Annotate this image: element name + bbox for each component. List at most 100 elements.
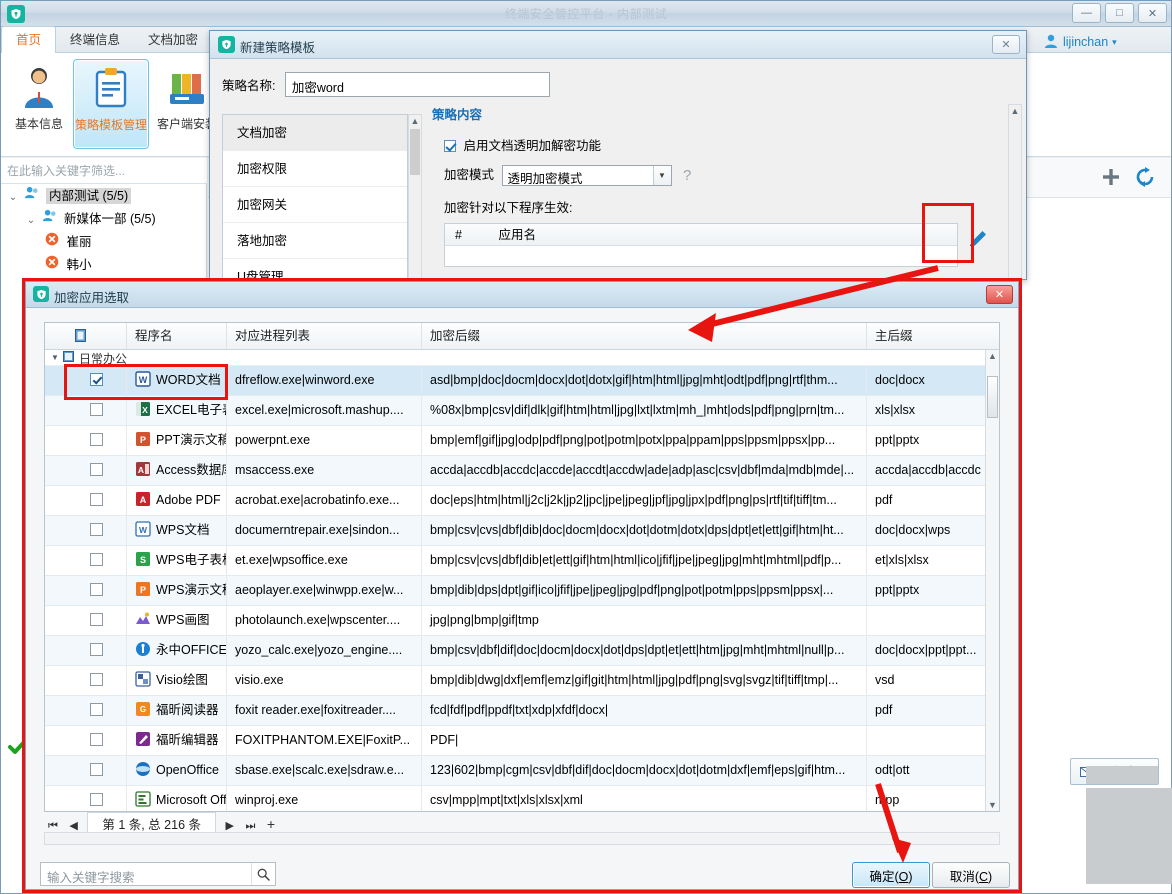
- tree-filter-input[interactable]: 在此输入关键字筛选...: [1, 158, 207, 184]
- row-checkbox-cell[interactable]: [67, 636, 127, 665]
- scrollbar-thumb[interactable]: [987, 376, 998, 418]
- refresh-button[interactable]: [1135, 167, 1155, 190]
- category-list-scrollbar[interactable]: ▲: [408, 114, 422, 279]
- app-grid-vertical-scrollbar[interactable]: ▲ ▼: [985, 350, 999, 811]
- scrollbar-thumb[interactable]: [410, 129, 420, 175]
- table-row[interactable]: X EXCEL电子表格excel.exe|microsoft.mashup....…: [45, 396, 985, 426]
- maximize-button[interactable]: □: [1105, 3, 1134, 23]
- row-checkbox[interactable]: [90, 673, 103, 686]
- checkbox-box[interactable]: [444, 140, 456, 152]
- row-checkbox[interactable]: [90, 493, 103, 506]
- app-grid-horizontal-scrollbar[interactable]: [44, 832, 1000, 845]
- column-program-name[interactable]: 程序名: [127, 323, 227, 349]
- row-checkbox-cell[interactable]: [67, 396, 127, 425]
- add-button[interactable]: [1101, 167, 1121, 190]
- help-icon[interactable]: ?: [683, 167, 691, 184]
- cancel-button[interactable]: 取消(C): [932, 862, 1010, 888]
- column-main-suffix[interactable]: 主后缀: [867, 323, 1007, 349]
- row-checkbox-cell[interactable]: [67, 546, 127, 575]
- table-row[interactable]: 福昕编辑器 FOXITPHANTOM.EXE|FoxitP... PDF|: [45, 726, 985, 756]
- table-row[interactable]: P WPS演示文稿 aeoplayer.exe|winwpp.exe|w... bmp…: [45, 576, 985, 606]
- chevron-down-icon[interactable]: ▼: [51, 353, 59, 362]
- row-checkbox[interactable]: [90, 703, 103, 716]
- table-row[interactable]: Microsoft Offi...winproj.execsv|mpp|mpt|…: [45, 786, 985, 811]
- table-row[interactable]: WPS画图 photolaunch.exe|wpscenter.... jpg|pn…: [45, 606, 985, 636]
- category-item-doc-encryption[interactable]: 文档加密: [223, 115, 407, 151]
- table-row[interactable]: G 福昕阅读器 foxit reader.exe|foxitreader.... fc…: [45, 696, 985, 726]
- column-encrypt-suffix[interactable]: 加密后缀: [422, 323, 867, 349]
- table-row[interactable]: A Adobe PDF acrobat.exe|acrobatinfo.exe...…: [45, 486, 985, 516]
- table-row[interactable]: P PPT演示文稿 powerpnt.exe bmp|emf|gif|jpg|odp|…: [45, 426, 985, 456]
- user-menu[interactable]: lijinchan ▾: [1043, 31, 1163, 53]
- tree-node-internal-test[interactable]: ⌄ 内部测试 (5/5): [1, 185, 207, 208]
- close-button[interactable]: ✕: [1138, 3, 1167, 23]
- row-checkbox-cell[interactable]: [67, 576, 127, 605]
- group-header-row[interactable]: ▼ 日常办公: [45, 350, 985, 366]
- row-checkbox-cell[interactable]: [67, 606, 127, 635]
- row-checkbox-cell[interactable]: [67, 486, 127, 515]
- edit-apps-button[interactable]: [966, 227, 990, 251]
- row-checkbox[interactable]: [90, 583, 103, 596]
- pager-next-button[interactable]: ▶: [221, 819, 237, 832]
- row-checkbox-cell[interactable]: [67, 426, 127, 455]
- scroll-down-icon[interactable]: ▼: [986, 800, 999, 810]
- row-checkbox-cell[interactable]: [67, 516, 127, 545]
- row-checkbox[interactable]: [90, 763, 103, 776]
- row-checkbox-cell[interactable]: [67, 366, 127, 395]
- row-checkbox[interactable]: [90, 733, 103, 746]
- tree-node-newmedia-dept[interactable]: ⌄ 新媒体一部 (5/5): [1, 208, 207, 231]
- chevron-down-icon[interactable]: ▼: [652, 166, 671, 186]
- minimize-button[interactable]: —: [1072, 3, 1101, 23]
- chevron-down-icon[interactable]: ⌄: [5, 186, 21, 209]
- scroll-up-icon[interactable]: ▲: [1009, 106, 1021, 116]
- app-search-input[interactable]: 输入关键字搜索: [47, 867, 135, 886]
- enable-transparent-encryption-checkbox[interactable]: 启用文档透明加解密功能: [432, 135, 1002, 154]
- ribbon-item-policy-template[interactable]: 策略模板管理: [73, 59, 149, 149]
- policy-pane-scrollbar[interactable]: ▲: [1008, 104, 1022, 279]
- row-checkbox[interactable]: [90, 373, 103, 386]
- row-checkbox[interactable]: [90, 403, 103, 416]
- select-dialog-close-button[interactable]: ✕: [986, 285, 1013, 304]
- row-checkbox-cell[interactable]: [67, 696, 127, 725]
- table-row[interactable]: 永中OFFICE yozo_calc.exe|yozo_engine.... bmp…: [45, 636, 985, 666]
- tab-terminal-info[interactable]: 终端信息: [56, 27, 134, 53]
- table-row[interactable]: OpenOffice sbase.exe|scalc.exe|sdraw.e...…: [45, 756, 985, 786]
- scroll-up-icon[interactable]: ▲: [986, 351, 999, 361]
- policy-dialog-close-button[interactable]: ✕: [992, 35, 1020, 54]
- app-search-box[interactable]: 输入关键字搜索: [40, 862, 276, 886]
- scroll-up-icon[interactable]: ▲: [409, 116, 421, 126]
- category-item-encrypt-gateway[interactable]: 加密网关: [223, 187, 407, 223]
- table-row[interactable]: Visio绘图 visio.exe bmp|dib|dwg|dxf|emf|emz|…: [45, 666, 985, 696]
- row-checkbox-cell[interactable]: [67, 456, 127, 485]
- select-all-column[interactable]: [67, 323, 127, 349]
- table-row[interactable]: S WPS电子表格 et.exe|wpsoffice.exe bmp|csv|cvs|…: [45, 546, 985, 576]
- category-item-encrypt-permission[interactable]: 加密权限: [223, 151, 407, 187]
- tab-home[interactable]: 首页: [1, 26, 57, 53]
- row-checkbox-cell[interactable]: [67, 756, 127, 785]
- search-icon[interactable]: [251, 863, 275, 885]
- row-checkbox[interactable]: [90, 463, 103, 476]
- row-checkbox-cell[interactable]: [67, 666, 127, 695]
- column-process-list[interactable]: 对应进程列表: [227, 323, 422, 349]
- row-checkbox[interactable]: [90, 613, 103, 626]
- ribbon-item-basic-info[interactable]: 基本信息: [5, 59, 73, 149]
- tree-node-user-hanxiao[interactable]: 韩小: [1, 254, 207, 277]
- pager-prev-button[interactable]: ◀: [65, 819, 81, 832]
- category-item-landing-encryption[interactable]: 落地加密: [223, 223, 407, 259]
- chevron-down-icon[interactable]: ⌄: [23, 209, 39, 232]
- row-checkbox[interactable]: [90, 523, 103, 536]
- policy-name-input[interactable]: 加密word: [284, 72, 550, 97]
- tab-doc-encryption[interactable]: 文档加密: [134, 27, 212, 53]
- row-checkbox[interactable]: [90, 643, 103, 656]
- ok-button[interactable]: 确定(O): [852, 862, 930, 888]
- pager-add-button[interactable]: +: [263, 816, 279, 832]
- tree-node-user-cuili[interactable]: 崔丽: [1, 231, 207, 254]
- encryption-mode-select[interactable]: 透明加密模式 ▼: [501, 165, 672, 187]
- row-checkbox[interactable]: [90, 553, 103, 566]
- row-checkbox[interactable]: [90, 793, 103, 806]
- row-checkbox[interactable]: [90, 433, 103, 446]
- table-row[interactable]: A Access数据库 msaccess.exe accda|accdb|accdc|…: [45, 456, 985, 486]
- row-checkbox-cell[interactable]: [67, 786, 127, 811]
- row-checkbox-cell[interactable]: [67, 726, 127, 755]
- table-row[interactable]: W WPS文档 documerntrepair.exe|sindon... bmp|c…: [45, 516, 985, 546]
